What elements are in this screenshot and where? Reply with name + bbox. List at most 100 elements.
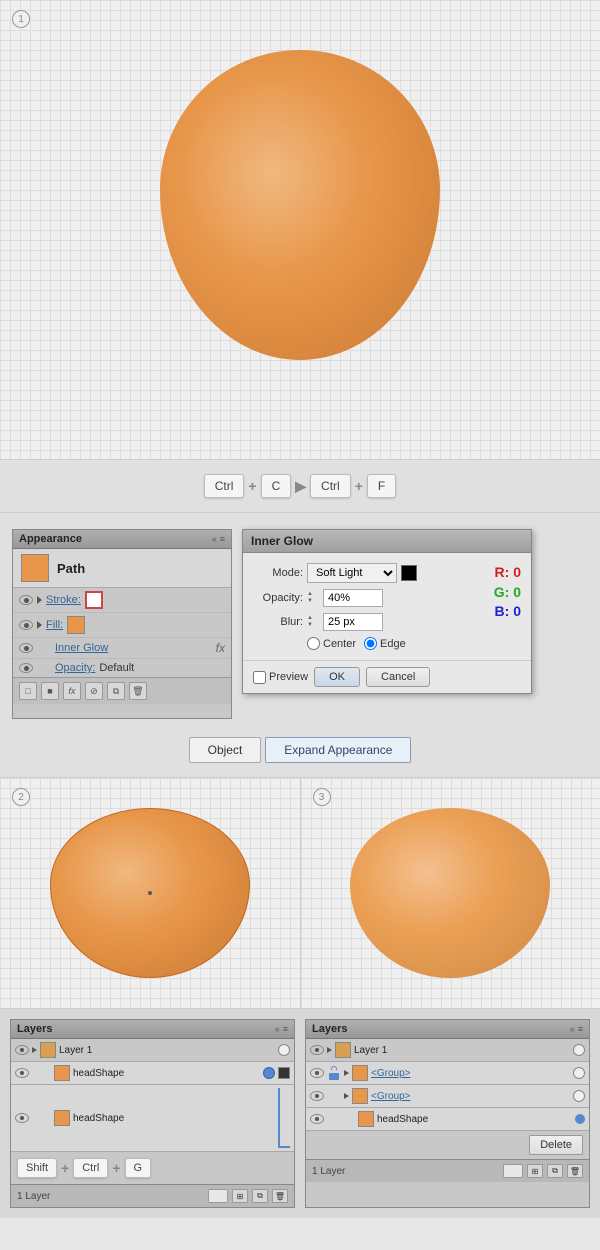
footer-btn-1-right[interactable]: ⊞ [527,1164,543,1178]
fill-label[interactable]: Fill: [46,619,63,631]
stroke-swatch[interactable] [85,591,103,609]
layer1-expand-left[interactable] [32,1047,37,1053]
panels-area: Appearance « ≡ Path Stroke: Fill: I [0,513,600,729]
group2-circle-right[interactable] [573,1090,585,1102]
group1-circle-right[interactable] [573,1067,585,1079]
layer1-eye-right[interactable] [310,1045,324,1055]
footer-btn-3-left[interactable]: 🗑 [272,1189,288,1203]
opacity-label[interactable]: Opacity: [55,662,95,674]
layers-collapse-left[interactable]: « [275,1024,280,1034]
panel-bottom-toolbar: □ ■ fx ⊘ ⧉ 🗑 [13,677,231,704]
preview-check[interactable] [253,671,266,684]
stroke-eye-icon[interactable] [19,595,33,605]
layer1-eye-left[interactable] [15,1045,29,1055]
mode-select[interactable]: Soft Light [307,563,397,583]
cancel-button[interactable]: Cancel [366,667,430,687]
filled-square-btn[interactable]: ■ [41,682,59,700]
edge-radio-label[interactable]: Edge [364,637,406,650]
shortcut-plus-1: + [61,1160,69,1176]
footer-btn-3-right[interactable]: 🗑 [567,1164,583,1178]
headshape-eye-right[interactable] [310,1114,324,1124]
footer-btn-2-left[interactable]: ⧉ [252,1189,268,1203]
radio-group: Center Edge [307,637,456,650]
stroke-expand-icon[interactable] [37,596,42,604]
inner-glow-label[interactable]: Inner Glow [55,642,108,654]
color-swatch-black[interactable] [401,565,417,581]
fill-swatch[interactable] [67,616,85,634]
footer-btn-1-left[interactable]: ⊞ [232,1189,248,1203]
fx-btn[interactable]: fx [63,682,81,700]
layers-footer-right: 1 Layer ⊞ ⧉ 🗑 [306,1159,589,1182]
layers-area: Layers « ≡ Layer 1 headShape [0,1009,600,1218]
center-radio-label[interactable]: Center [307,637,356,650]
panel-menu-btn[interactable]: ≡ [220,534,225,544]
group1-expand-right[interactable] [344,1070,349,1076]
opacity-eye-icon[interactable] [19,663,33,673]
two-canvas-area: 2 3 [0,778,600,1009]
no-btn[interactable]: ⊘ [85,682,103,700]
ok-button[interactable]: OK [314,667,360,687]
arrow-sign: ▶ [295,478,306,495]
preview-checkbox[interactable]: Preview [253,671,308,684]
expand-appearance-button[interactable]: Expand Appearance [265,737,411,763]
group2-name-right: <Group> [371,1091,570,1102]
footer-search-right[interactable] [503,1164,523,1178]
delete-button[interactable]: Delete [529,1135,583,1155]
headshape-select-right[interactable] [575,1114,585,1124]
object-button[interactable]: Object [189,737,262,763]
headshape1-select-left[interactable] [263,1067,275,1079]
headshape2-eye-left[interactable] [15,1113,29,1123]
square-border-btn[interactable]: □ [19,682,37,700]
footer-search-left[interactable] [208,1189,228,1203]
headshape2-name-left: headShape [73,1113,275,1124]
edge-radio[interactable] [364,637,377,650]
canvas-step2: 2 [0,778,301,1008]
blur-input[interactable] [323,613,383,631]
headshape-color-right [358,1111,374,1127]
layer1-expand-right[interactable] [327,1047,332,1053]
action-buttons-area: Object Expand Appearance [0,729,600,778]
layers-menu-left[interactable]: ≡ [283,1024,288,1034]
dialog-body: Mode: Soft Light Opacity: ▲ ▼ [243,553,531,660]
footer-btn-2-right[interactable]: ⧉ [547,1164,563,1178]
opacity-input[interactable] [323,589,383,607]
copy-btn[interactable]: ⧉ [107,682,125,700]
layers-menu-right[interactable]: ≡ [578,1024,583,1034]
layers-controls-right: « ≡ [570,1024,583,1034]
headshape-row-right: headShape [306,1108,589,1131]
panel-collapse-btn[interactable]: « [212,534,217,544]
layer1-circle-left[interactable] [278,1044,290,1056]
layers-title-right: Layers [312,1023,347,1035]
lock-icon-1[interactable] [327,1066,341,1080]
headshape1-eye-left[interactable] [15,1068,29,1078]
blur-stepper[interactable]: ▲ ▼ [307,615,319,629]
fill-expand-icon[interactable] [37,621,42,629]
group1-eye-right[interactable] [310,1068,324,1078]
center-radio[interactable] [307,637,320,650]
layers-footer-left: 1 Layer ⊞ ⧉ 🗑 [11,1184,294,1207]
layer1-circle-right[interactable] [573,1044,585,1056]
fill-eye-icon[interactable] [19,620,33,630]
group2-eye-right[interactable] [310,1091,324,1101]
headshape1-target-left[interactable] [278,1067,290,1079]
path-color-swatch[interactable] [21,554,49,582]
inner-glow-dialog: Inner Glow Mode: Soft Light Opacity: ▲ ▼ [242,529,532,694]
group2-color-right [352,1088,368,1104]
layers-collapse-right[interactable]: « [570,1024,575,1034]
ctrl-key-2: Ctrl [310,474,351,498]
opacity-stepper[interactable]: ▲ ▼ [307,591,319,605]
headshape1-color-left [54,1065,70,1081]
c-key: C [261,474,292,498]
ctrl-key-1: Ctrl [204,474,245,498]
group1-color-right [352,1065,368,1081]
inner-glow-eye-icon[interactable] [19,643,33,653]
fx-icon[interactable]: fx [216,641,225,655]
appearance-titlebar: Appearance « ≡ [13,530,231,549]
group2-row-right: <Group> [306,1085,589,1108]
dialog-right: R: 0 G: 0 B: 0 [466,563,521,650]
shortcut-plus-2: + [112,1160,120,1176]
stroke-label[interactable]: Stroke: [46,594,81,606]
group2-expand-right[interactable] [344,1093,349,1099]
opacity-row: Opacity: Default [13,659,231,677]
trash-btn[interactable]: 🗑 [129,682,147,700]
